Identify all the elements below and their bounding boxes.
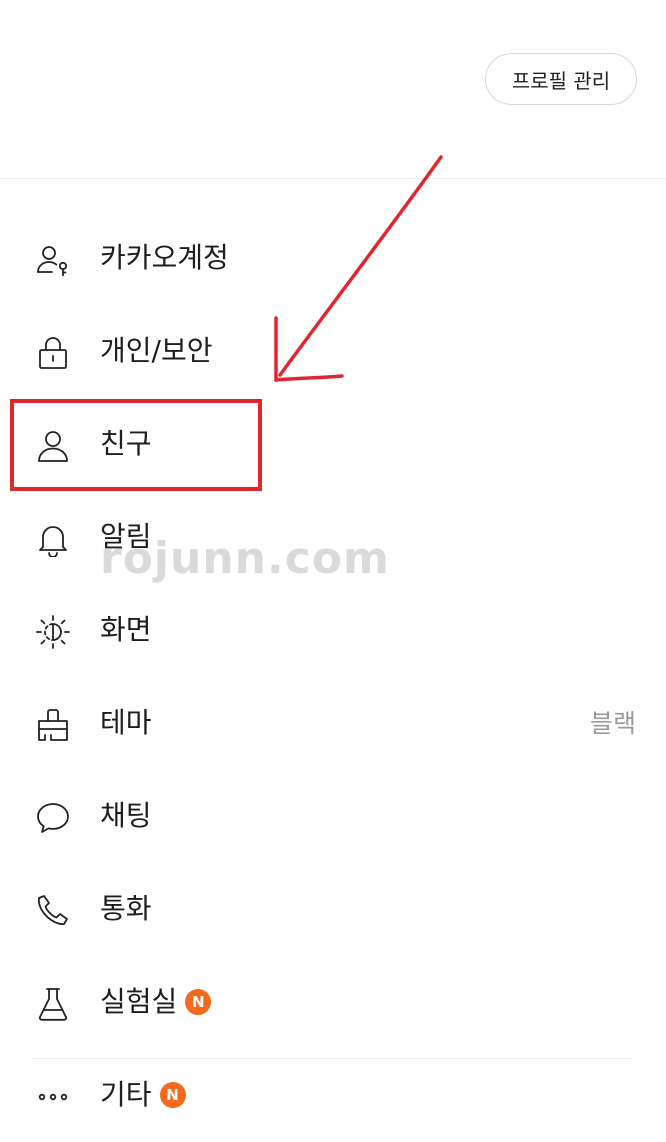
more-dots-icon bbox=[35, 1079, 71, 1115]
profile-manage-button[interactable]: 프로필 관리 bbox=[485, 53, 637, 105]
paint-brush-icon bbox=[35, 707, 71, 743]
menu-item-lab[interactable]: 실험실 N bbox=[0, 956, 666, 1049]
menu-item-label: 기타 N bbox=[100, 1075, 186, 1115]
menu-item-etc[interactable]: 기타 N bbox=[0, 1049, 666, 1142]
menu-item-label: 통화 bbox=[100, 892, 152, 925]
menu-item-label: 개인/보안 bbox=[100, 334, 213, 367]
brightness-icon bbox=[35, 614, 71, 650]
new-badge: N bbox=[185, 989, 212, 1015]
account-key-icon bbox=[35, 242, 71, 278]
menu-item-call[interactable]: 통화 bbox=[0, 863, 666, 956]
phone-icon bbox=[35, 893, 71, 929]
menu-item-label-text: 기타 bbox=[100, 1078, 152, 1111]
lock-icon bbox=[35, 335, 71, 371]
theme-current-value: 블랙 bbox=[589, 709, 636, 738]
bell-icon bbox=[35, 521, 71, 557]
menu-item-label-text: 실험실 bbox=[100, 985, 178, 1018]
menu-item-privacy-security[interactable]: 개인/보안 bbox=[0, 305, 666, 398]
menu-item-label: 테마 bbox=[100, 706, 152, 739]
menu-item-label: 채팅 bbox=[100, 799, 152, 832]
highlight-box-annotation bbox=[10, 399, 262, 491]
header-divider bbox=[0, 178, 666, 179]
menu-item-label: 실험실 N bbox=[100, 982, 212, 1022]
menu-item-label: 화면 bbox=[100, 613, 152, 646]
watermark-text: rojunn.com bbox=[100, 533, 390, 584]
menu-divider bbox=[32, 1058, 632, 1059]
chat-bubble-icon bbox=[35, 800, 71, 836]
menu-item-chat[interactable]: 채팅 bbox=[0, 770, 666, 863]
menu-item-label: 카카오계정 bbox=[100, 241, 229, 274]
menu-item-theme[interactable]: 테마 블랙 bbox=[0, 677, 666, 770]
menu-item-display[interactable]: 화면 bbox=[0, 584, 666, 677]
flask-icon bbox=[35, 986, 71, 1022]
menu-item-kakao-account[interactable]: 카카오계정 bbox=[0, 212, 666, 305]
new-badge: N bbox=[159, 1082, 186, 1108]
